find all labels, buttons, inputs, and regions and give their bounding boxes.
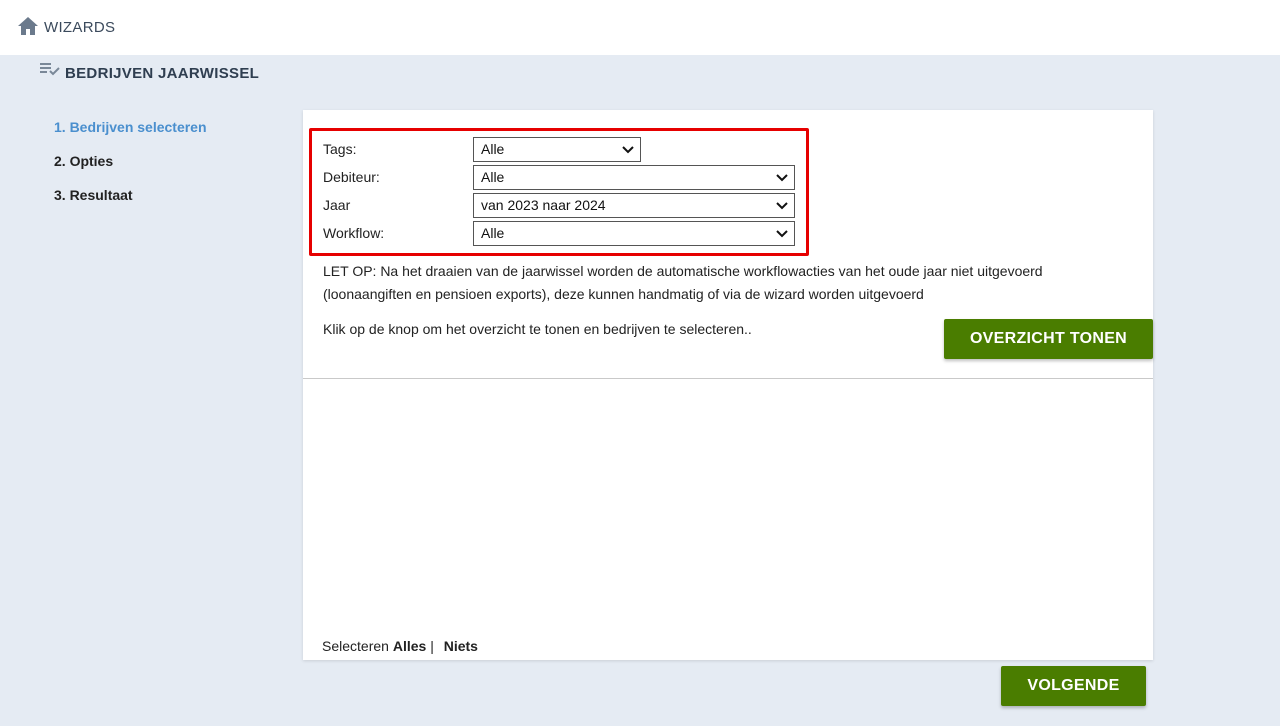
chevron-down-icon xyxy=(776,230,788,238)
select-all-link[interactable]: Alles xyxy=(393,638,426,654)
overzicht-tonen-button[interactable]: OVERZICHT TONEN xyxy=(944,319,1153,359)
tags-select-value: Alle xyxy=(481,141,505,157)
jaar-label: Jaar xyxy=(323,197,351,213)
chevron-down-icon xyxy=(776,202,788,210)
divider xyxy=(303,378,1153,379)
select-none-link[interactable]: Niets xyxy=(444,638,478,654)
page-title: BEDRIJVEN JAARWISSEL xyxy=(65,65,260,82)
jaar-select-value: van 2023 naar 2024 xyxy=(481,197,606,213)
workflow-select[interactable]: Alle xyxy=(473,221,795,246)
debiteur-select-value: Alle xyxy=(481,169,505,185)
step-resultaat[interactable]: 3. Resultaat xyxy=(54,186,207,220)
tags-select[interactable]: Alle xyxy=(473,137,641,162)
chevron-down-icon xyxy=(622,146,634,154)
top-bar: WIZARDS xyxy=(0,0,1280,55)
workflow-label: Workflow: xyxy=(323,225,385,241)
selection-links: Selecteren Alles | Niets xyxy=(322,638,478,654)
wizards-link[interactable]: WIZARDS xyxy=(44,19,115,36)
workflow-select-value: Alle xyxy=(481,225,505,241)
debiteur-label: Debiteur: xyxy=(323,169,380,185)
wizard-steps: 1. Bedrijven selecteren 2. Opties 3. Res… xyxy=(54,118,207,220)
notice-text: LET OP: Na het draaien van de jaarwissel… xyxy=(323,263,1043,302)
debiteur-select[interactable]: Alle xyxy=(473,165,795,190)
step-bedrijven-selecteren[interactable]: 1. Bedrijven selecteren xyxy=(54,118,207,152)
jaar-select[interactable]: van 2023 naar 2024 xyxy=(473,193,795,218)
checklist-icon xyxy=(40,63,60,76)
chevron-down-icon xyxy=(776,174,788,182)
home-icon[interactable] xyxy=(17,16,39,36)
main-panel: Tags: Alle Debiteur: Alle Jaar van 2023 … xyxy=(303,110,1153,660)
select-separator: | xyxy=(430,638,434,654)
hint-text: Klik op de knop om het overzicht te tone… xyxy=(323,321,752,337)
step-opties[interactable]: 2. Opties xyxy=(54,152,207,186)
select-prefix: Selecteren xyxy=(322,638,389,654)
tags-label: Tags: xyxy=(323,141,357,157)
volgende-button[interactable]: VOLGENDE xyxy=(1001,666,1146,706)
